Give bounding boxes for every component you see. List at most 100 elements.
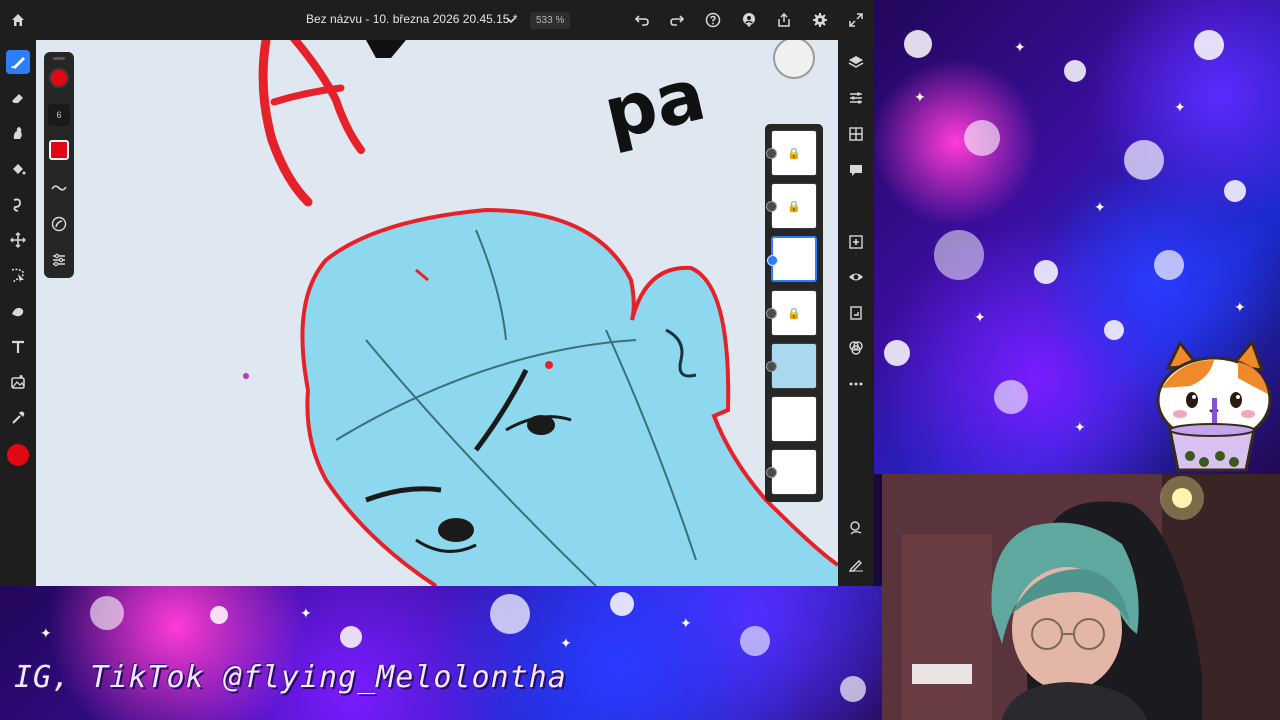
current-color-swatch[interactable]: [7, 444, 29, 466]
sparkle-icon: ✦: [974, 309, 986, 325]
home-icon[interactable]: [8, 10, 28, 30]
bokeh: [1124, 140, 1164, 180]
right-toolbar: [838, 40, 874, 586]
layer-visibility-toggle[interactable]: [766, 467, 777, 478]
grid-icon[interactable]: [846, 124, 866, 144]
sparkle-icon: ✦: [1094, 199, 1106, 215]
export-icon[interactable]: [775, 11, 793, 29]
bokeh: [340, 626, 362, 648]
layer-visibility-toggle[interactable]: [766, 148, 777, 159]
fullscreen-icon[interactable]: [847, 11, 865, 29]
bokeh: [840, 676, 866, 702]
fill-icon[interactable]: [6, 157, 30, 181]
layer-visibility-toggle[interactable]: [767, 255, 778, 266]
layer-visibility-toggle[interactable]: [766, 308, 777, 319]
lock-icon: 🔒: [787, 307, 801, 320]
bokeh: [740, 626, 770, 656]
canvas-decorative-letters: pa: [596, 52, 712, 156]
stream-screen: Bez názvu - 10. března 2026 20.45.15 * 5…: [0, 0, 1280, 720]
bokeh: [904, 30, 932, 58]
galaxy-overlay-bottom: ✦ ✦ ✦ ✦: [0, 586, 882, 720]
adjustments-icon[interactable]: [846, 88, 866, 108]
paint-brush-icon[interactable]: [6, 50, 30, 74]
drawing-app-window: Bez názvu - 10. března 2026 20.45.15 * 5…: [0, 0, 874, 586]
eraser-icon[interactable]: [6, 86, 30, 110]
motion-icon[interactable]: [846, 518, 866, 538]
brush-size-value[interactable]: 6: [48, 104, 70, 126]
bokeh: [1154, 250, 1184, 280]
bokeh: [884, 340, 910, 366]
brush-settings-icon[interactable]: [49, 250, 69, 270]
text-icon[interactable]: [6, 335, 30, 359]
bokeh: [210, 606, 228, 624]
sparkle-icon: ✦: [300, 605, 312, 621]
select-icon[interactable]: [6, 263, 30, 287]
layer-thumbnail[interactable]: [766, 449, 817, 495]
bokeh: [490, 594, 530, 634]
brush-color-chip[interactable]: [49, 140, 69, 160]
eyedropper-icon[interactable]: [6, 406, 30, 430]
redo-icon[interactable]: [668, 11, 686, 29]
document-title[interactable]: Bez názvu - 10. března 2026 20.45.15 *: [306, 12, 517, 26]
layer-visibility-toggle[interactable]: [766, 201, 777, 212]
cat-boba-sticker: [1156, 339, 1272, 472]
bokeh: [610, 592, 634, 616]
layer-visibility-toggle[interactable]: [766, 361, 777, 372]
pen-icon[interactable]: [846, 554, 866, 574]
blend-icon[interactable]: [846, 338, 866, 358]
sparkle-icon: ✦: [40, 625, 52, 641]
left-toolbar: [0, 40, 36, 586]
drawing-canvas[interactable]: pa: [36, 40, 838, 586]
add-layer-icon[interactable]: [846, 232, 866, 252]
layer-actions-icon[interactable]: [846, 303, 866, 323]
sparkle-icon: ✦: [914, 89, 926, 105]
brush-library-icon[interactable]: [49, 214, 69, 234]
canvas-artwork: pa: [243, 40, 838, 586]
comments-icon[interactable]: [846, 160, 866, 180]
webcam-image: [882, 474, 1280, 720]
layer-thumbnail[interactable]: [771, 396, 817, 442]
settings-icon[interactable]: [811, 11, 829, 29]
sparkle-icon: ✦: [1074, 419, 1086, 435]
layer-thumbnail-selected[interactable]: [767, 236, 817, 282]
bokeh: [964, 120, 1000, 156]
shape-icon[interactable]: [6, 299, 30, 323]
share-live-icon[interactable]: [740, 11, 758, 29]
chevron-down-icon[interactable]: [505, 13, 517, 25]
layer-thumbnail[interactable]: 🔒: [766, 183, 817, 229]
sparkle-icon: ✦: [1014, 39, 1026, 55]
move-icon[interactable]: [6, 228, 30, 252]
panel-grip[interactable]: [53, 57, 65, 60]
social-handle-text: IG, TikTok @flying_Melolontha: [14, 660, 567, 695]
top-toolbar: Bez názvu - 10. března 2026 20.45.15 * 5…: [0, 0, 874, 40]
sparkle-icon: ✦: [680, 615, 692, 631]
visibility-icon[interactable]: [846, 267, 866, 287]
undo-icon[interactable]: [633, 11, 651, 29]
more-icon[interactable]: [846, 374, 866, 394]
layer-thumbnail[interactable]: [766, 343, 817, 389]
webcam-feed: [882, 474, 1280, 720]
sparkle-icon: ✦: [1174, 99, 1186, 115]
bokeh: [1224, 180, 1246, 202]
bokeh: [1194, 30, 1224, 60]
lock-icon: 🔒: [787, 200, 801, 213]
layers-panel: 🔒 🔒 🔒: [765, 124, 823, 502]
bokeh: [994, 380, 1028, 414]
layer-thumbnail[interactable]: 🔒: [766, 290, 817, 336]
place-image-icon[interactable]: [6, 370, 30, 394]
zoom-level[interactable]: 533 %: [530, 12, 571, 29]
bokeh: [90, 596, 124, 630]
smudge-icon[interactable]: [6, 121, 30, 145]
bokeh: [934, 230, 984, 280]
sparkle-icon: ✦: [1234, 299, 1246, 315]
help-icon[interactable]: [704, 11, 722, 29]
bokeh: [1034, 260, 1058, 284]
layer-thumbnail[interactable]: 🔒: [766, 130, 817, 176]
bokeh: [1104, 320, 1124, 340]
bokeh: [1064, 60, 1086, 82]
liquify-icon[interactable]: [6, 192, 30, 216]
layers-icon[interactable]: [846, 52, 866, 72]
brush-color-swatch[interactable]: [49, 68, 69, 88]
smoothing-icon[interactable]: [49, 178, 69, 198]
lock-icon: 🔒: [787, 147, 801, 160]
